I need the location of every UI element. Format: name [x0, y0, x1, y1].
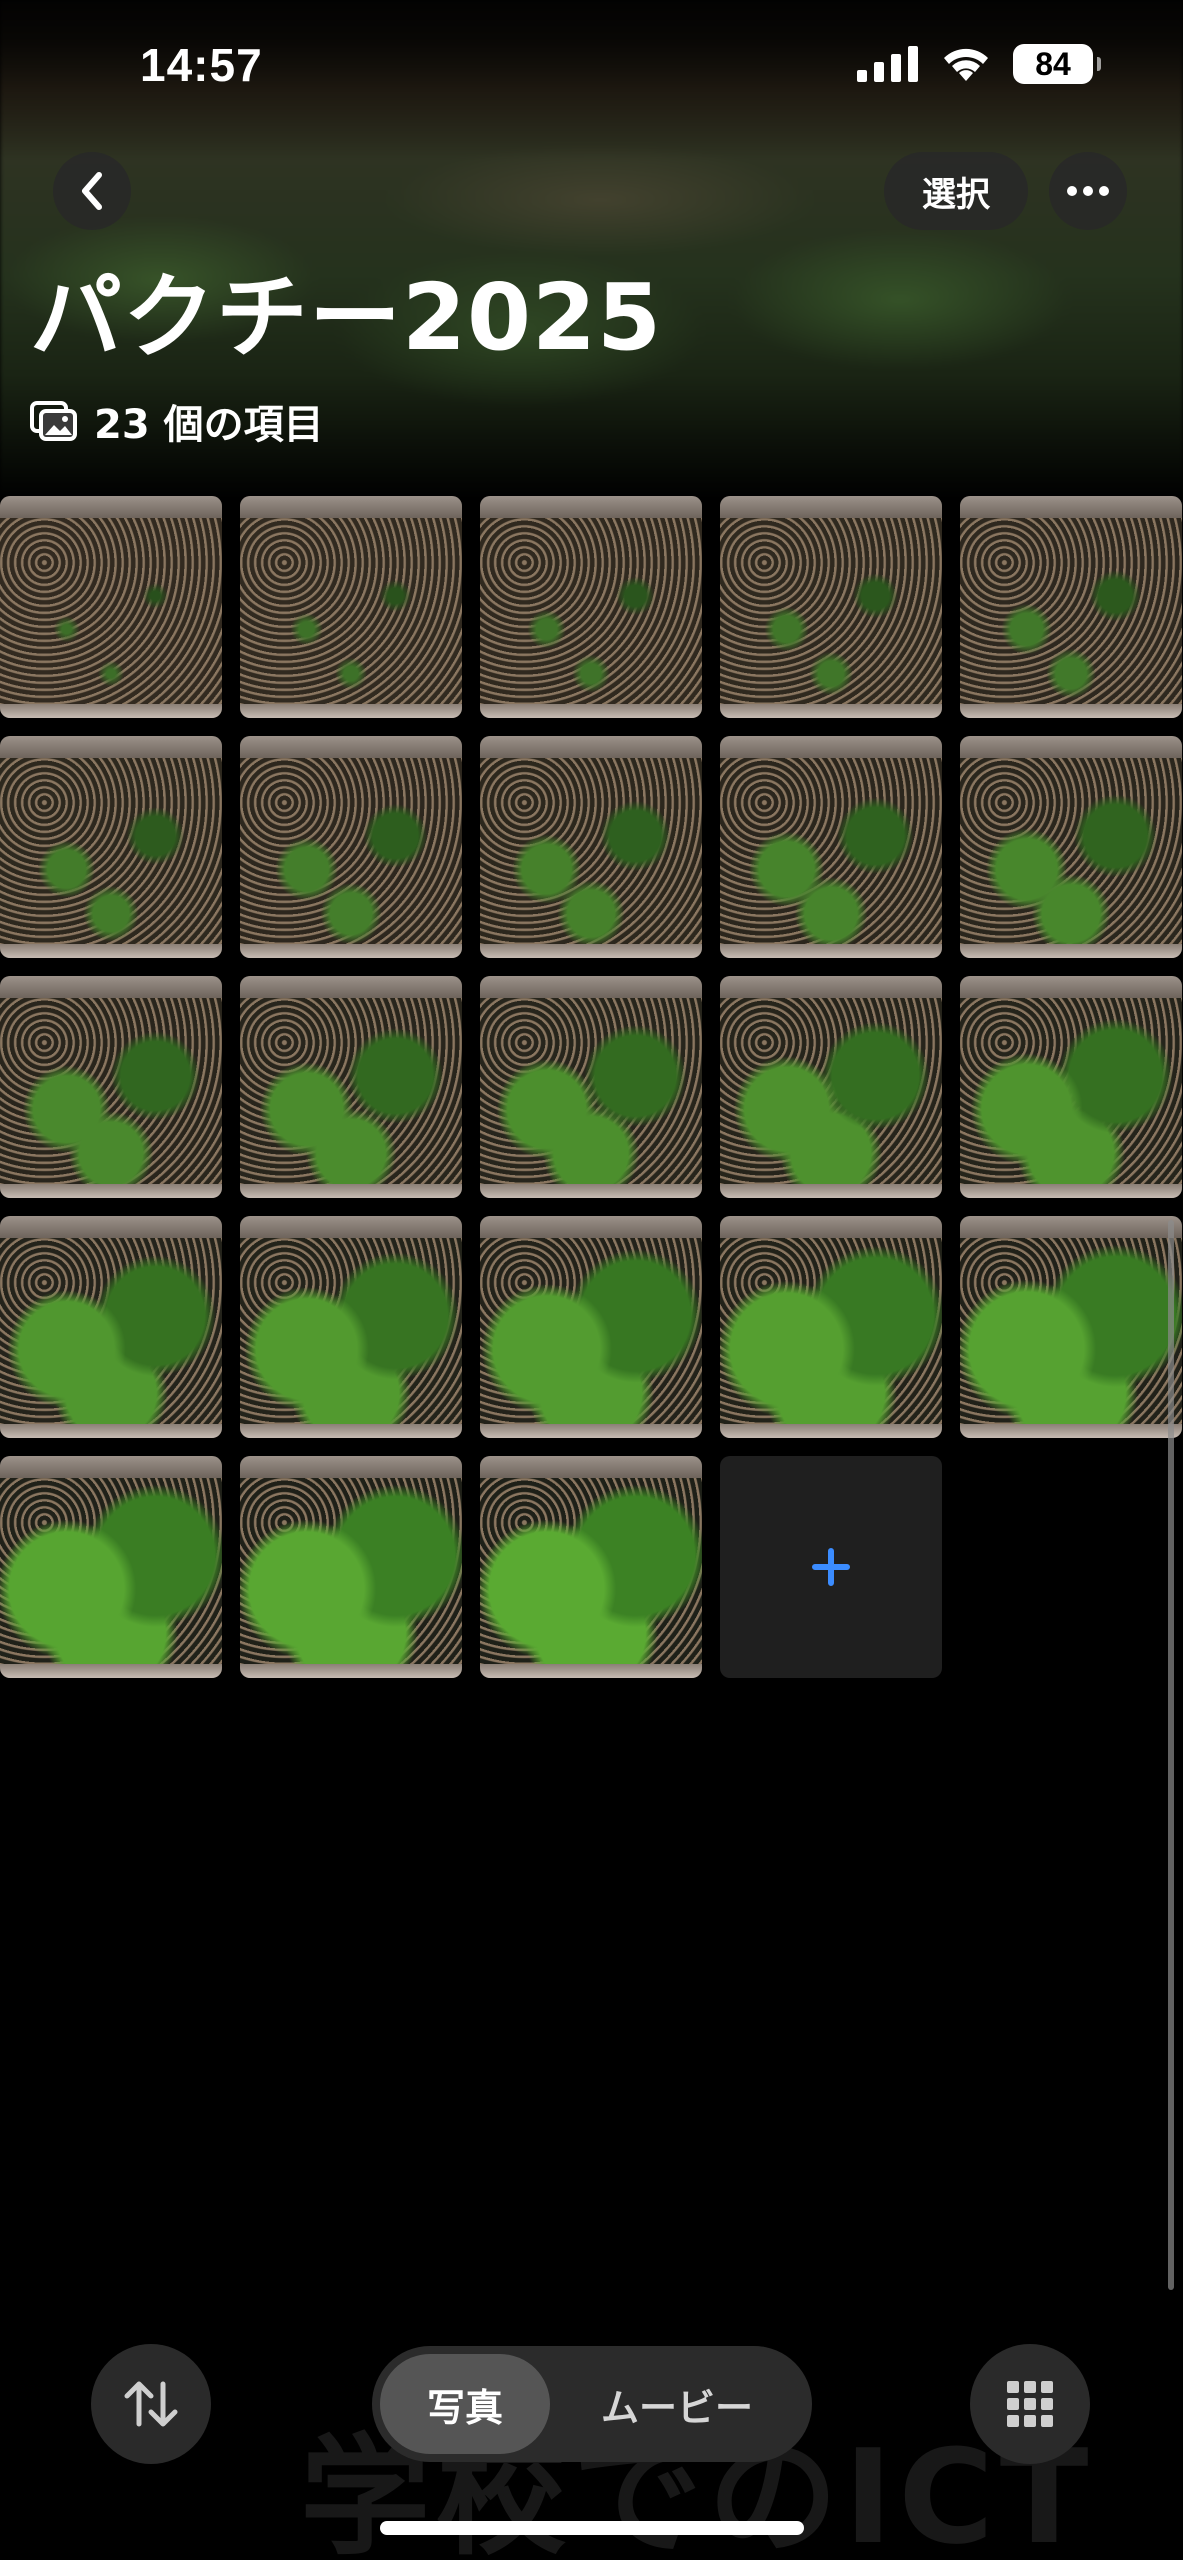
media-type-switch: 写真 ムービー: [372, 2346, 812, 2462]
battery-level: 84: [1035, 45, 1071, 82]
photo-thumbnail[interactable]: [960, 496, 1182, 718]
grid-layout-button[interactable]: [970, 2344, 1090, 2464]
photo-thumbnail[interactable]: [480, 976, 702, 1198]
battery-icon: 84: [1013, 44, 1101, 84]
album-title: パクチー2025: [30, 264, 663, 371]
photo-grid: [0, 496, 1183, 1678]
photo-thumbnail[interactable]: [960, 976, 1182, 1198]
tab-photos[interactable]: 写真: [380, 2354, 550, 2454]
signal-bars-icon: [857, 46, 918, 82]
home-indicator[interactable]: [380, 2521, 804, 2535]
back-button[interactable]: [53, 152, 131, 230]
item-count: 23 個の項目: [30, 392, 324, 450]
sort-button[interactable]: [91, 2344, 211, 2464]
status-time: 14:57: [140, 39, 263, 91]
photo-thumbnail[interactable]: [0, 496, 222, 718]
select-button[interactable]: 選択: [884, 152, 1028, 230]
photo-thumbnail[interactable]: [720, 496, 942, 718]
photo-thumbnail[interactable]: [240, 1456, 462, 1678]
photo-thumbnail[interactable]: [960, 736, 1182, 958]
photo-thumbnail[interactable]: [720, 976, 942, 1198]
photo-thumbnail[interactable]: [240, 736, 462, 958]
photo-stack-icon: [30, 401, 77, 441]
photo-thumbnail[interactable]: [480, 1456, 702, 1678]
sort-arrows-icon: [124, 2381, 178, 2427]
photo-thumbnail[interactable]: [240, 976, 462, 1198]
scroll-indicator[interactable]: [1168, 1220, 1174, 2290]
photo-thumbnail[interactable]: [0, 1216, 222, 1438]
grid-icon: [1007, 2381, 1053, 2427]
photo-thumbnail[interactable]: [240, 496, 462, 718]
ellipsis-icon: [1067, 186, 1109, 196]
tab-movies[interactable]: ムービー: [550, 2354, 804, 2454]
photo-thumbnail[interactable]: [0, 976, 222, 1198]
photo-thumbnail[interactable]: [480, 736, 702, 958]
photo-thumbnail[interactable]: [720, 1216, 942, 1438]
chevron-left-icon: [82, 172, 102, 210]
photo-thumbnail[interactable]: [0, 1456, 222, 1678]
photo-thumbnail[interactable]: [240, 1216, 462, 1438]
photo-thumbnail[interactable]: [480, 496, 702, 718]
photo-thumbnail[interactable]: [960, 1216, 1182, 1438]
item-count-text: 23 個の項目: [94, 402, 324, 448]
photo-thumbnail[interactable]: [480, 1216, 702, 1438]
more-button[interactable]: [1049, 152, 1127, 230]
add-photo-button[interactable]: [720, 1456, 942, 1678]
plus-icon: [812, 1548, 850, 1586]
photo-thumbnail[interactable]: [0, 736, 222, 958]
album-screen: 14:57 84 選択 パクチー2025 23 個の項目 学校でのICT 写真 …: [0, 0, 1183, 2560]
wifi-icon: [944, 48, 988, 81]
status-icons: 84: [857, 44, 1101, 84]
photo-thumbnail[interactable]: [720, 736, 942, 958]
